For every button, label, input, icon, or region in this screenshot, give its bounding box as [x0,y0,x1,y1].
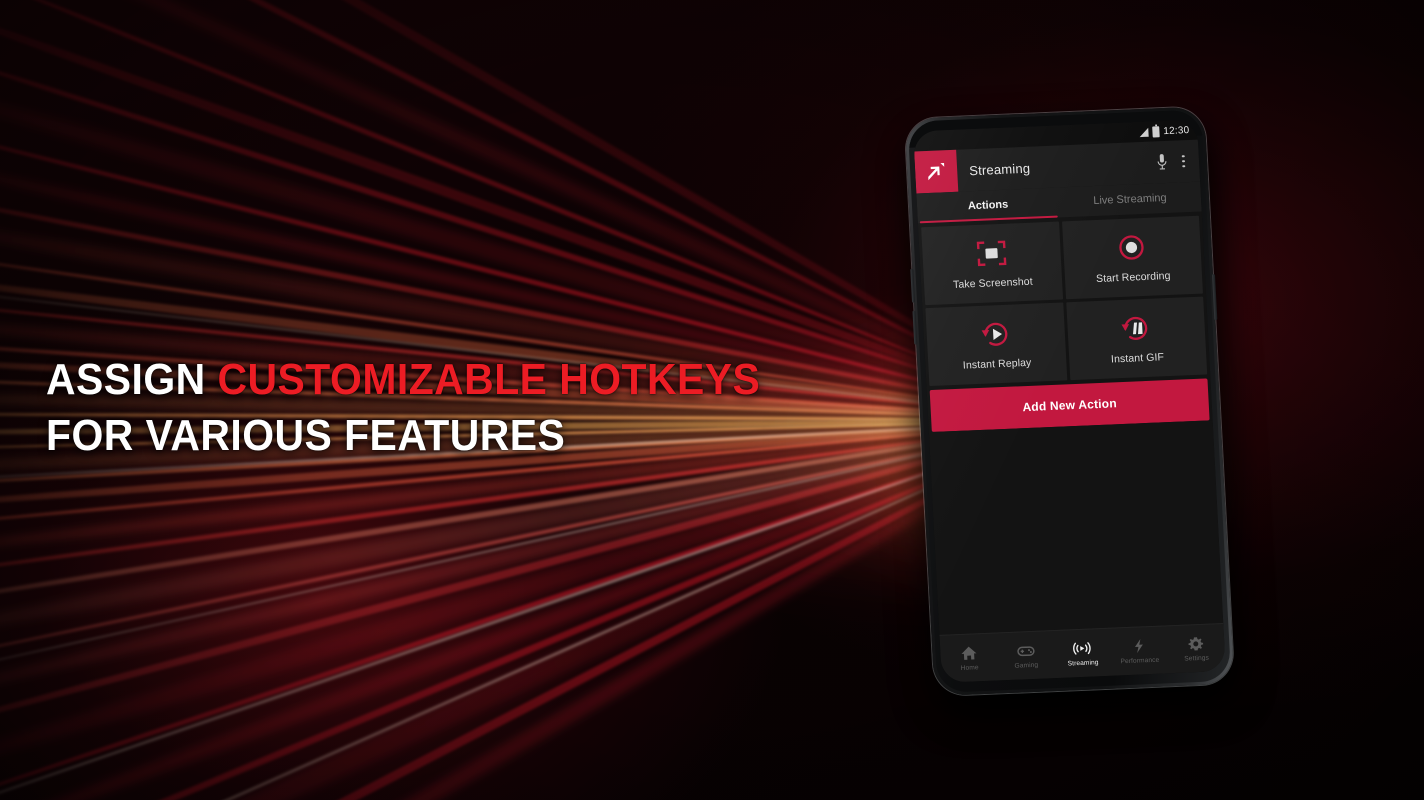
nav-label: Gaming [1014,661,1039,670]
gamepad-icon [1016,642,1036,660]
nav-item-gaming[interactable]: Gaming [997,641,1055,670]
tile-instant-gif[interactable]: Instant GIF [1065,296,1208,381]
signal-triangle-icon [1139,127,1149,137]
nav-label: Home [960,664,979,672]
nav-item-performance[interactable]: Performance [1110,636,1168,665]
tile-start-recording[interactable]: Start Recording [1061,215,1203,300]
battery-full-icon [1152,125,1160,138]
headline-accent-text: CUSTOMIZABLE HOTKEYS [217,355,761,404]
status-bar-time: 12:30 [1163,124,1190,137]
tile-label: Take Screenshot [952,275,1034,291]
microphone-icon[interactable] [1156,153,1169,171]
app-bar-actions [1156,152,1200,172]
content-empty-area [928,420,1224,635]
tile-instant-replay[interactable]: Instant Replay [925,302,1067,387]
promo-slide: ASSIGN CUSTOMIZABLE HOTKEYS FOR VARIOUS … [0,0,1424,800]
nav-item-home[interactable]: Home [940,643,998,672]
amd-radeon-arrow-icon[interactable] [914,149,959,194]
nav-item-settings[interactable]: Settings [1167,634,1225,663]
actions-panel: Take Screenshot Start Recording Instant … [917,211,1213,433]
gear-icon [1186,635,1206,653]
phone-body: 12:30 Streaming Actions Live Streaming T… [904,106,1235,697]
more-vertical-icon[interactable] [1180,153,1187,170]
action-tile-grid: Take Screenshot Start Recording Instant … [921,215,1208,387]
phone-mockup: 12:30 Streaming Actions Live Streaming T… [904,106,1245,718]
lightning-bolt-icon [1129,637,1149,655]
headline-line-2: FOR VARIOUS FEATURES [46,411,566,460]
phone-bezel: 12:30 Streaming Actions Live Streaming T… [907,109,1232,693]
tile-label: Instant Replay [962,356,1032,372]
instant-replay-icon [978,318,1014,349]
tile-take-screenshot[interactable]: Take Screenshot [921,221,1063,306]
nav-label: Settings [1184,654,1210,663]
record-circle-icon [1114,231,1150,262]
volume-up-button[interactable] [910,268,916,303]
app-bar-title: Streaming [968,160,1031,178]
tab-live-streaming[interactable]: Live Streaming [1058,182,1201,218]
home-icon [959,644,979,662]
nav-label: Performance [1120,656,1160,666]
headline-plain-text: ASSIGN [46,355,218,404]
headline: ASSIGN CUSTOMIZABLE HOTKEYS FOR VARIOUS … [46,352,814,464]
instant-gif-icon [1118,312,1154,343]
tile-label: Instant GIF [1110,350,1165,365]
phone-screen: 12:30 Streaming Actions Live Streaming T… [913,119,1226,683]
nav-label: Streaming [1067,659,1099,668]
nav-item-streaming[interactable]: Streaming [1054,639,1112,668]
broadcast-icon [1072,639,1092,657]
tile-label: Start Recording [1095,269,1171,285]
screenshot-crop-frame-icon [974,237,1010,268]
headline-line-1: ASSIGN CUSTOMIZABLE HOTKEYS [46,352,760,408]
volume-down-button[interactable] [912,310,918,345]
